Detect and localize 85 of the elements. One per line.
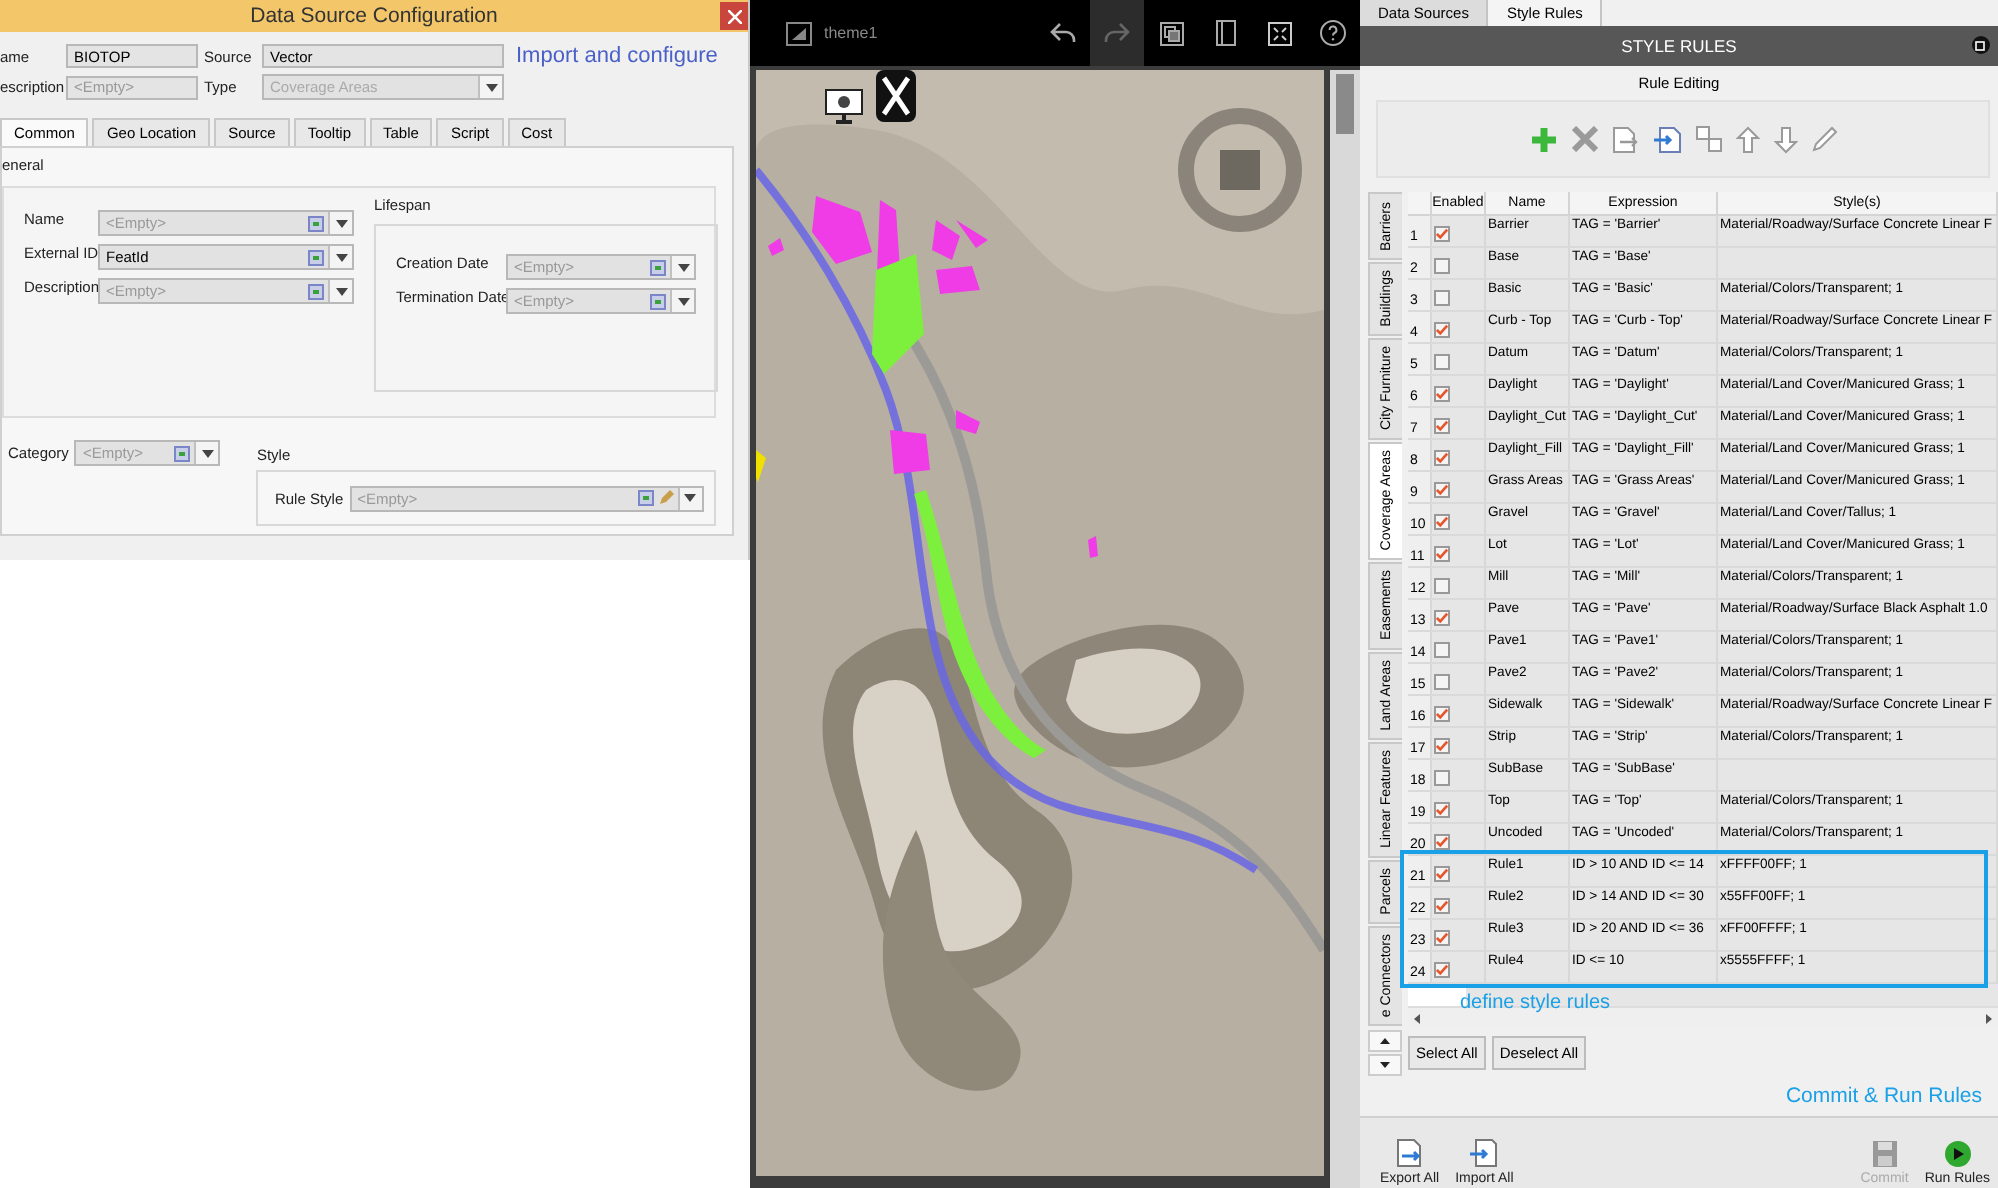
add-icon[interactable] xyxy=(1529,125,1557,154)
dropdown-button[interactable] xyxy=(670,256,694,278)
checkbox[interactable] xyxy=(1434,418,1450,435)
caret-icon xyxy=(677,297,689,305)
checkbox[interactable] xyxy=(1434,258,1450,275)
copy-icon[interactable] xyxy=(1695,126,1721,153)
checkbox[interactable] xyxy=(1434,578,1450,595)
scroll-down-button[interactable] xyxy=(1368,1054,1402,1077)
undo-icon xyxy=(1050,22,1076,44)
link-icon[interactable] xyxy=(174,445,191,461)
checkbox[interactable] xyxy=(1434,450,1450,467)
scrollbar[interactable] xyxy=(1330,70,1360,1188)
link-icon[interactable] xyxy=(308,215,324,231)
dropdown-button[interactable] xyxy=(670,290,694,312)
pencil-icon[interactable] xyxy=(1811,126,1837,153)
scroll-up-button[interactable] xyxy=(1368,1030,1402,1053)
caret-icon xyxy=(335,287,347,295)
checkbox[interactable] xyxy=(1434,834,1450,851)
arrow-down-icon xyxy=(1380,1062,1390,1069)
arrow-down-icon[interactable] xyxy=(1773,125,1797,154)
corner-cell xyxy=(1408,192,1432,217)
checkbox[interactable] xyxy=(1434,674,1450,691)
dropdown-button[interactable] xyxy=(328,212,352,234)
checkbox[interactable] xyxy=(1434,546,1450,563)
link-icon[interactable] xyxy=(308,249,324,265)
checkbox[interactable] xyxy=(1434,802,1450,819)
pencil-icon[interactable] xyxy=(657,490,674,506)
arrow-up-icon[interactable] xyxy=(1735,125,1759,154)
checkbox[interactable] xyxy=(1434,226,1450,243)
checkbox[interactable] xyxy=(1434,322,1450,339)
checkbox[interactable] xyxy=(1434,866,1450,883)
import-icon xyxy=(1470,1137,1499,1168)
dropdown-button[interactable] xyxy=(194,442,219,464)
monitor-icon[interactable] xyxy=(824,88,864,124)
arrow-left-icon[interactable] xyxy=(1414,1013,1420,1024)
import-icon[interactable] xyxy=(1653,125,1681,154)
close-button[interactable] xyxy=(720,2,748,30)
restore-icon[interactable] xyxy=(1972,36,1990,55)
compass-icon[interactable] xyxy=(1176,106,1304,234)
checkbox[interactable] xyxy=(1434,898,1450,915)
checkbox[interactable] xyxy=(1434,514,1450,531)
link-icon[interactable] xyxy=(308,283,324,299)
caret-icon xyxy=(684,494,697,502)
delete-icon[interactable] xyxy=(1571,126,1597,153)
checkbox[interactable] xyxy=(1434,610,1450,627)
link-icon[interactable] xyxy=(650,259,666,275)
book-icon xyxy=(1215,20,1235,46)
checkbox[interactable] xyxy=(1434,770,1450,787)
checkbox[interactable] xyxy=(1434,290,1450,307)
theme-name: theme1 xyxy=(824,24,880,42)
arrow-up-icon xyxy=(1380,1038,1390,1045)
dropdown-button[interactable] xyxy=(677,487,702,509)
dropdown-button[interactable] xyxy=(328,246,352,268)
link-icon[interactable] xyxy=(650,293,666,309)
checkbox[interactable] xyxy=(1434,354,1450,371)
annotation-text: Import and configure xyxy=(516,44,718,72)
redo-icon xyxy=(1104,22,1130,44)
checkbox[interactable] xyxy=(1434,482,1450,499)
checkbox[interactable] xyxy=(1434,642,1450,659)
checkbox[interactable] xyxy=(1434,962,1450,979)
fullscreen-icon xyxy=(1267,21,1291,45)
checkbox[interactable] xyxy=(1434,706,1450,723)
caret-icon xyxy=(335,253,347,261)
dropdown-button[interactable] xyxy=(328,280,352,302)
export-icon xyxy=(1395,1137,1424,1168)
checkbox[interactable] xyxy=(1434,738,1450,755)
panel-title: STYLE RULES xyxy=(1621,35,1737,56)
checkbox[interactable] xyxy=(1434,930,1450,947)
layers-icon xyxy=(1159,21,1183,45)
link-icon[interactable] xyxy=(637,490,654,506)
caret-icon xyxy=(335,219,347,227)
checkbox[interactable] xyxy=(1434,386,1450,403)
play-icon xyxy=(1943,1139,1972,1168)
caret-icon xyxy=(485,83,497,91)
annotation-text: define style rules xyxy=(1460,992,1611,1015)
window-title: Data Source Configuration xyxy=(250,4,498,28)
document-arrow-icon[interactable] xyxy=(1611,125,1639,154)
arrow-right-icon[interactable] xyxy=(1986,1013,1992,1024)
caret-icon xyxy=(201,449,214,457)
map-icon[interactable] xyxy=(786,21,812,45)
close-icon xyxy=(727,9,741,23)
annotation-text: Commit & Run Rules xyxy=(1785,1084,1982,1109)
help-icon xyxy=(1320,20,1346,46)
save-icon xyxy=(1871,1139,1898,1168)
caret-icon xyxy=(677,263,689,271)
